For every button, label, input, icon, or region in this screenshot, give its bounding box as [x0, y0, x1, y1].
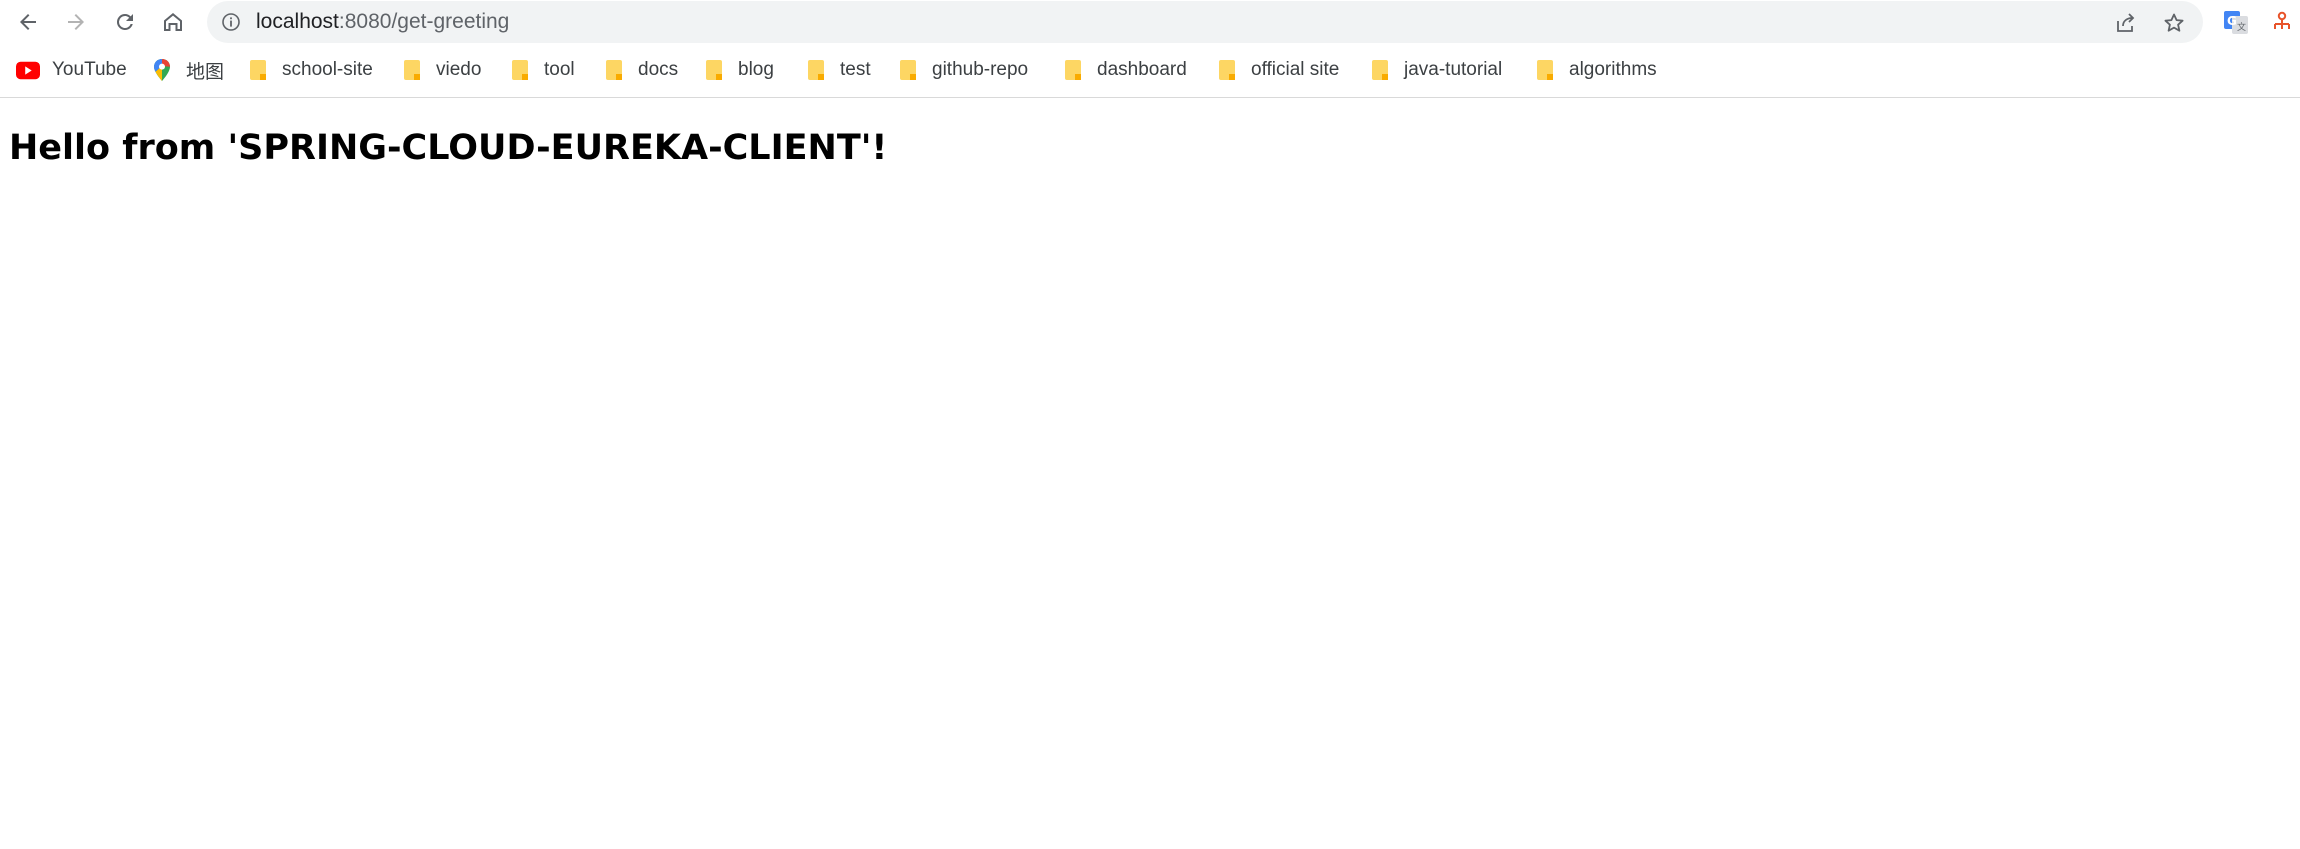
bookmark-folder-docs[interactable]: docs [602, 55, 678, 85]
bookmark-label: school-site [282, 59, 373, 80]
folder-icon [1061, 58, 1085, 82]
forward-button[interactable] [60, 6, 92, 38]
bookmark-maps[interactable]: 地图 [150, 55, 224, 85]
bookmark-folder-tool[interactable]: tool [508, 55, 575, 85]
folder-icon [896, 58, 920, 82]
bookmark-label: blog [738, 59, 774, 80]
bookmark-folder-java-tutorial[interactable]: java-tutorial [1368, 55, 1502, 85]
reload-button[interactable] [109, 6, 141, 38]
bookmark-folder-test[interactable]: test [804, 55, 871, 85]
extension-icon[interactable] [2270, 10, 2294, 34]
bookmark-label: dashboard [1097, 59, 1187, 80]
youtube-icon [16, 58, 40, 82]
back-button[interactable] [12, 6, 44, 38]
bookmark-folder-official-site[interactable]: official site [1215, 55, 1339, 85]
bookmark-label: tool [544, 59, 575, 80]
page-content: Hello from 'SPRING-CLOUD-EUREKA-CLIENT'! [9, 128, 887, 168]
bookmarks-bar: YouTube 地图 school-site viedo tool docs b… [0, 44, 2300, 98]
folder-icon [1533, 58, 1557, 82]
home-icon [164, 13, 182, 31]
folder-icon [702, 58, 726, 82]
folder-icon [508, 58, 532, 82]
folder-icon [804, 58, 828, 82]
address-bar[interactable]: localhost:8080/get-greeting [207, 1, 2203, 43]
url-text[interactable]: localhost:8080/get-greeting [256, 1, 509, 43]
bookmark-folder-school-site[interactable]: school-site [246, 55, 373, 85]
bookmark-youtube[interactable]: YouTube [16, 55, 127, 85]
greeting-heading: Hello from 'SPRING-CLOUD-EUREKA-CLIENT'! [9, 128, 888, 168]
reload-icon [116, 13, 133, 30]
back-arrow-icon [20, 14, 36, 30]
bookmark-label: 地图 [186, 61, 225, 83]
folder-icon [602, 58, 626, 82]
bookmark-label: test [840, 59, 871, 80]
forward-arrow-icon [68, 14, 84, 30]
bookmark-label: docs [638, 59, 679, 80]
folder-icon [1215, 58, 1239, 82]
bookmark-folder-algorithms[interactable]: algorithms [1533, 55, 1657, 85]
folder-icon [246, 58, 270, 82]
bookmark-label: java-tutorial [1404, 59, 1503, 80]
url-host: localhost [256, 10, 339, 33]
bookmark-label: viedo [436, 59, 482, 80]
bookmark-label: official site [1251, 59, 1340, 80]
browser-toolbar: localhost:8080/get-greeting G 文 [0, 0, 2300, 44]
svg-text:G: G [2227, 14, 2237, 28]
bookmark-folder-dashboard[interactable]: dashboard [1061, 55, 1187, 85]
folder-icon [400, 58, 424, 82]
bookmark-label: algorithms [1569, 59, 1657, 80]
bookmark-folder-viedo[interactable]: viedo [400, 55, 481, 85]
bookmark-star-icon[interactable] [2162, 11, 2186, 35]
bookmark-label: YouTube [52, 59, 127, 80]
maps-pin-icon [150, 58, 174, 82]
home-button[interactable] [157, 6, 189, 38]
translate-extension-icon[interactable]: G 文 [2223, 9, 2249, 35]
folder-icon [1368, 58, 1392, 82]
bookmark-label: github-repo [932, 59, 1029, 80]
svg-text:文: 文 [2237, 21, 2246, 33]
share-icon[interactable] [2114, 11, 2138, 35]
info-icon[interactable] [221, 12, 241, 32]
bookmark-folder-github-repo[interactable]: github-repo [896, 55, 1028, 85]
bookmark-folder-blog[interactable]: blog [702, 55, 774, 85]
url-path: :8080/get-greeting [338, 10, 510, 33]
